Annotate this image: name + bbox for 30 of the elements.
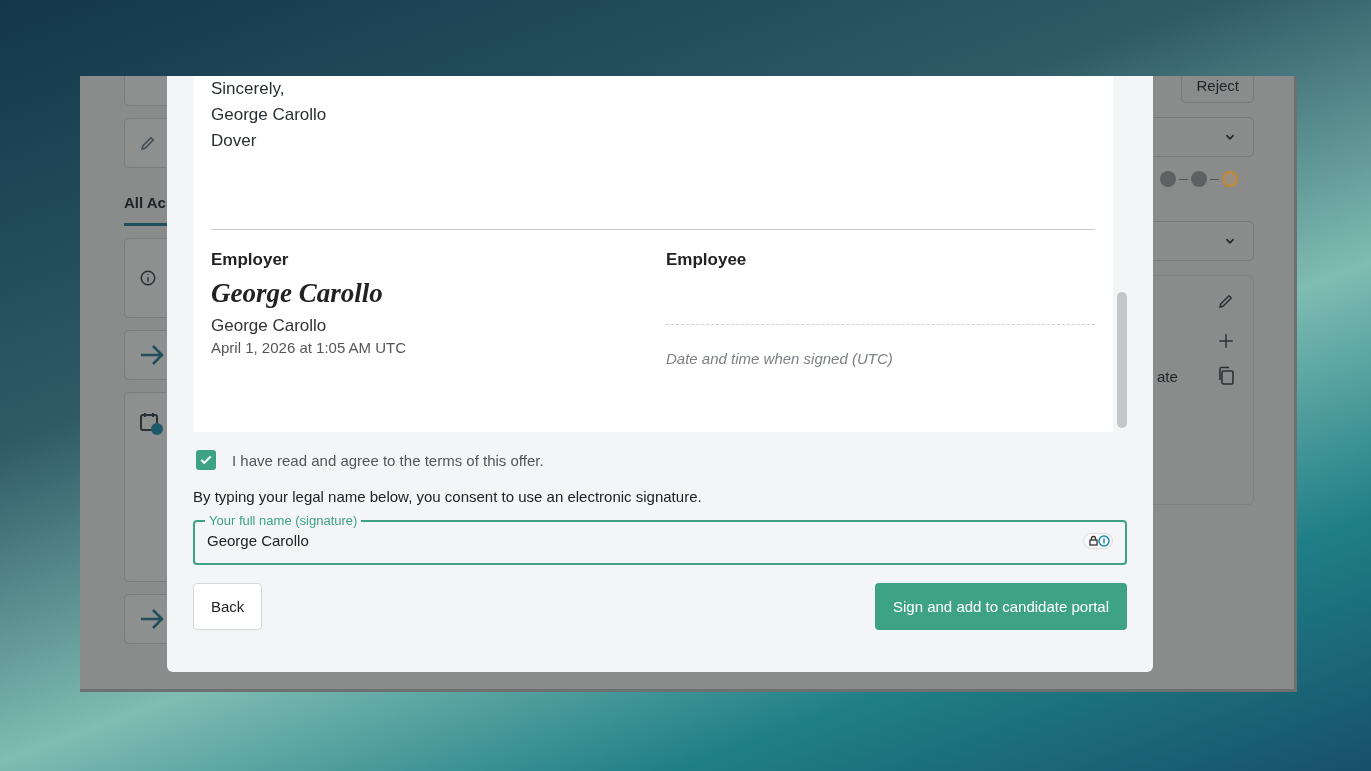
signer-role: Employee [666, 250, 748, 270]
password-manager-icon[interactable] [1083, 532, 1113, 549]
signer-role: Employer [211, 250, 290, 270]
agree-label: I have read and agree to the terms of this offer. [232, 451, 544, 469]
back-button[interactable]: Back [193, 583, 263, 630]
letter-line: Sincerely, [211, 78, 286, 100]
plus-icon[interactable] [1217, 332, 1235, 350]
pencil-icon [1217, 292, 1235, 310]
arrow-icon [139, 608, 165, 630]
arrow-icon [139, 344, 165, 366]
date-placeholder: Date and time when signed (UTC) [666, 350, 894, 367]
checkbox[interactable] [196, 450, 216, 470]
pencil-icon [139, 134, 157, 152]
field-label: Your full name (signature) [208, 513, 359, 528]
sign-button[interactable]: Sign and add to candidate portal [875, 583, 1127, 630]
consent-text: By typing your legal name below, you consent to use an electronic signature. [193, 488, 703, 505]
signed-date: April 1, 2026 at 1:05 AM UTC [211, 339, 408, 356]
signature: George Carollo [211, 278, 384, 309]
copy-icon[interactable] [1217, 366, 1235, 386]
signature-input[interactable]: George Carollo [207, 532, 1083, 549]
letter-line: Dover [211, 130, 258, 152]
reject-button[interactable]: Reject [1181, 76, 1254, 103]
check-icon [199, 453, 213, 467]
letter-line: George Carollo [211, 104, 328, 126]
signer-name: George Carollo [211, 315, 328, 337]
signature-field[interactable]: Your full name (signature) George Carollo [193, 513, 1127, 565]
label: ate [1157, 367, 1178, 385]
info-icon [139, 269, 157, 287]
employee-signature-field[interactable]: Date and time when signed (UTC) [666, 278, 1095, 367]
scrollbar-thumb[interactable] [1117, 292, 1127, 428]
